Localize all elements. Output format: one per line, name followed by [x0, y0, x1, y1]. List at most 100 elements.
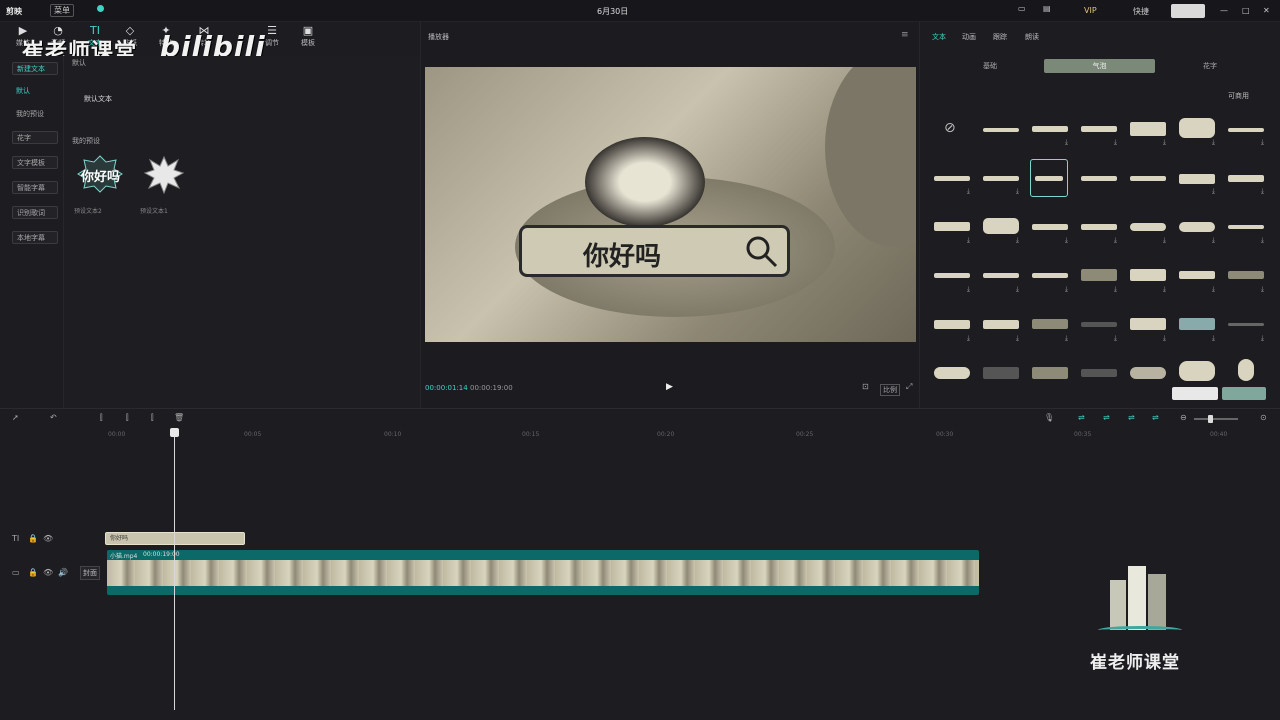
bubble-cell[interactable]: ⤓ — [1175, 257, 1219, 297]
shortcut-button[interactable]: 快捷 — [1133, 6, 1149, 17]
lock-icon[interactable]: 🔒 — [28, 534, 38, 543]
menu-dropdown[interactable]: 菜单 — [50, 4, 74, 17]
bubble-cell[interactable]: ⤓ — [979, 208, 1023, 248]
bubble-cell[interactable]: ⤓ — [1224, 208, 1268, 248]
bubble-cell[interactable]: ⤓ — [1028, 257, 1072, 297]
bubble-cell[interactable]: ⤓ — [1077, 306, 1121, 346]
tool-template[interactable]: ▣ 模板 — [290, 24, 326, 48]
eye-icon[interactable]: 👁 — [43, 568, 53, 577]
cancel-button[interactable] — [1172, 387, 1218, 400]
nav-lyrics[interactable]: 识别歌词 — [12, 206, 58, 219]
preset-card-1[interactable]: 你好吗 — [76, 154, 124, 194]
bubble-cell[interactable] — [1126, 355, 1170, 395]
confirm-button[interactable] — [1222, 387, 1266, 400]
bubble-cell[interactable]: ⤓ — [1126, 208, 1170, 248]
layout-icon[interactable]: ▤ — [1043, 4, 1051, 13]
bubble-cell[interactable]: ⤓ — [1028, 306, 1072, 346]
bubble-cell[interactable]: ⤓ — [1077, 110, 1121, 150]
bubble-cell[interactable]: ⤓ — [979, 306, 1023, 346]
bubble-cell[interactable]: ⤓ — [1126, 257, 1170, 297]
nav-smart-subtitle[interactable]: 智能字幕 — [12, 181, 58, 194]
bubble-cell[interactable]: ⤓ — [930, 159, 974, 199]
bubble-cell[interactable] — [1077, 159, 1121, 199]
fullscreen-icon[interactable]: ⤢ — [906, 382, 912, 392]
zoom-slider-handle[interactable] — [1208, 415, 1213, 423]
tab-tracking[interactable]: 跟踪 — [993, 32, 1007, 42]
bubble-cell[interactable] — [979, 355, 1023, 395]
ratio-button[interactable]: 比例 — [880, 384, 900, 396]
bubble-cell[interactable]: ⤓ — [1224, 306, 1268, 346]
close-icon[interactable]: ✕ — [1263, 6, 1270, 15]
microphone-icon[interactable]: 🎙 — [1044, 413, 1054, 422]
bubble-cell[interactable]: ⤓ — [1028, 208, 1072, 248]
snap-icon[interactable]: ⇌ — [1103, 413, 1110, 422]
split-icon[interactable]: ⫿ — [100, 413, 103, 423]
bubble-cell[interactable] — [930, 355, 974, 395]
playhead-line[interactable] — [174, 428, 175, 710]
playhead-handle[interactable] — [170, 428, 179, 437]
bubble-cell[interactable] — [1028, 355, 1072, 395]
preset-card-2[interactable] — [143, 155, 185, 198]
split-right-icon[interactable]: ⫿ — [151, 413, 154, 423]
bubble-cell[interactable] — [979, 110, 1023, 150]
segment-basic[interactable]: 基础 — [940, 59, 1040, 73]
zoom-slider[interactable] — [1194, 418, 1238, 420]
default-text-item[interactable]: 默认文本 — [84, 94, 112, 104]
bubble-cell[interactable]: ⤓ — [1077, 257, 1121, 297]
bubble-none[interactable]: ⊘ — [930, 110, 974, 150]
bubble-cell[interactable]: ⤓ — [1224, 257, 1268, 297]
undo-icon[interactable]: ↶ — [50, 413, 57, 422]
tab-animation[interactable]: 动画 — [962, 32, 976, 42]
nav-new-text[interactable]: 新建文本 — [12, 62, 58, 75]
bubble-cell[interactable]: ⤓ — [1126, 110, 1170, 150]
eye-icon[interactable]: 👁 — [43, 534, 53, 543]
split-left-icon[interactable]: ⫿ — [126, 413, 129, 423]
export-button[interactable] — [1171, 4, 1205, 18]
bubble-cell[interactable]: ⤓ — [979, 159, 1023, 199]
play-icon[interactable]: ▶ — [666, 382, 673, 392]
timeline-settings-icon[interactable]: ⊙ — [1260, 413, 1267, 422]
tab-text[interactable]: 文本 — [932, 32, 946, 42]
delete-icon[interactable]: 🗑 — [174, 413, 184, 422]
bubble-cell[interactable]: ⤓ — [930, 306, 974, 346]
linkage-icon[interactable]: ⇌ — [1152, 413, 1159, 422]
time-ruler[interactable]: 00:00 00:05 00:10 00:15 00:20 00:25 00:3… — [104, 428, 1280, 440]
bubble-cell[interactable]: ⤓ — [930, 257, 974, 297]
nav-my-presets[interactable]: 我的预设 — [12, 108, 58, 121]
bubble-cell[interactable]: ⤓ — [930, 208, 974, 248]
bubble-cell[interactable]: ⤓ — [1126, 306, 1170, 346]
bubble-cell[interactable]: ⤓ — [1175, 159, 1219, 199]
bubble-cell[interactable]: ⤓ — [1224, 110, 1268, 150]
text-clip[interactable]: 你好吗 — [105, 532, 245, 545]
monitor-icon[interactable]: ▭ — [1018, 4, 1026, 13]
vip-badge[interactable]: VIP — [1084, 6, 1097, 15]
nav-text-template[interactable]: 文字模板 — [12, 156, 58, 169]
minimize-icon[interactable]: — — [1220, 6, 1228, 15]
bubble-cell[interactable]: ⤓ — [1175, 306, 1219, 346]
video-clip[interactable]: 小猫.mp4 00:00:19:00 — [107, 550, 979, 595]
maximize-icon[interactable]: □ — [1242, 6, 1250, 15]
segment-bubble[interactable]: 气泡 — [1044, 59, 1155, 73]
bubble-cell[interactable]: ⤓ — [1028, 110, 1072, 150]
bubble-cell-selected[interactable] — [1030, 159, 1068, 197]
bubble-cell[interactable]: ⤓ — [1175, 110, 1219, 150]
lock-icon[interactable]: 🔒 — [28, 568, 38, 577]
nav-default[interactable]: 默认 — [12, 85, 58, 98]
bubble-cell[interactable] — [1126, 159, 1170, 199]
link-icon[interactable]: ⇌ — [1078, 413, 1085, 422]
tab-read-aloud[interactable]: 朗读 — [1025, 32, 1039, 42]
nav-local-subtitle[interactable]: 本地字幕 — [12, 231, 58, 244]
cover-button[interactable]: 封面 — [80, 566, 100, 580]
bubble-cell[interactable]: ⤓ — [979, 257, 1023, 297]
player-menu-icon[interactable]: ≡ — [901, 30, 909, 40]
commercial-filter[interactable]: 可商用 — [1228, 91, 1249, 101]
bubble-cell[interactable]: ⤓ — [1175, 208, 1219, 248]
audio-mute-icon[interactable]: 🔊 — [58, 568, 68, 577]
select-tool-icon[interactable]: ➚ — [12, 413, 19, 422]
nav-fancy-text[interactable]: 花字 — [12, 131, 58, 144]
fit-icon[interactable]: ⊡ — [862, 382, 869, 391]
bubble-cell[interactable] — [1077, 355, 1121, 395]
bubble-cell[interactable]: ⤓ — [1077, 208, 1121, 248]
preview-axis-icon[interactable]: ⇌ — [1128, 413, 1135, 422]
zoom-out-icon[interactable]: ⊖ — [1180, 413, 1187, 422]
